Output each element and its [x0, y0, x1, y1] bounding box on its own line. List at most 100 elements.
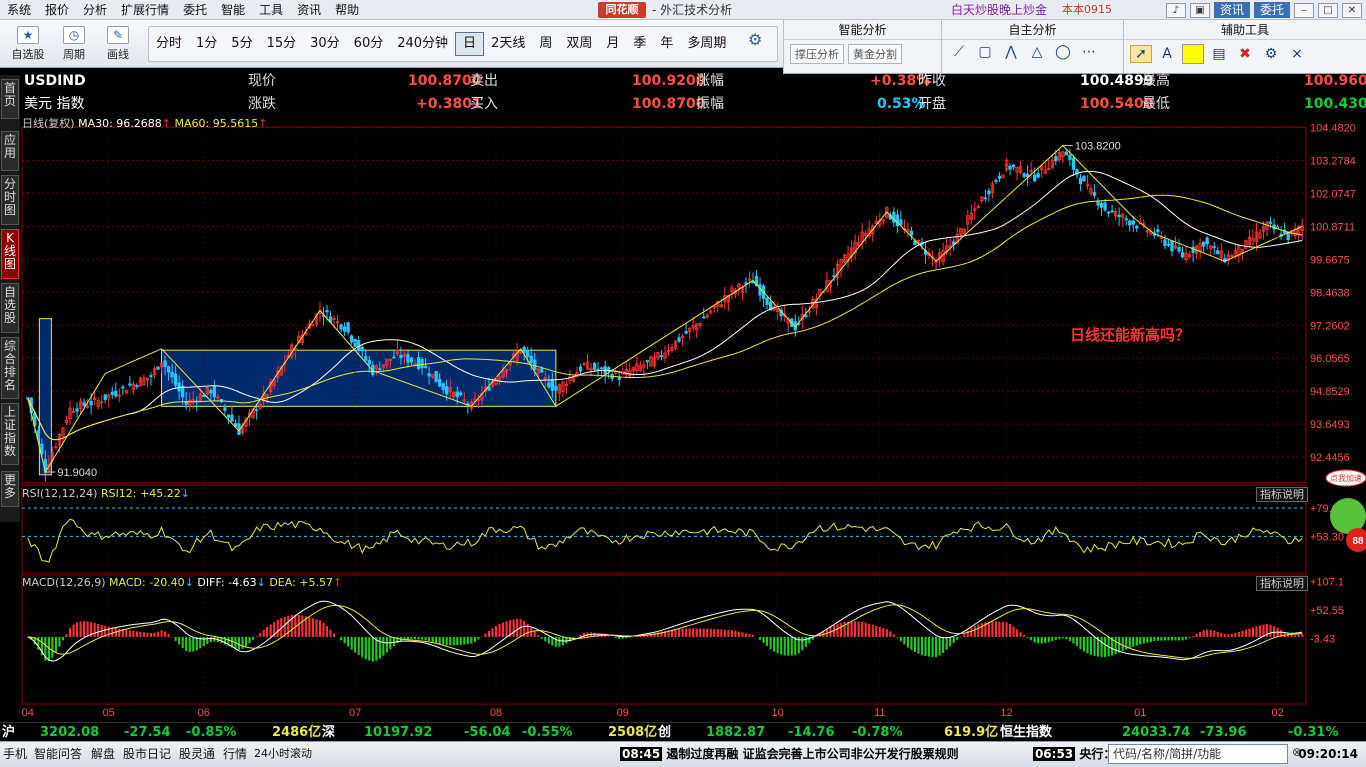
candle-body	[258, 403, 262, 409]
candle-body	[332, 318, 336, 321]
candle-body	[107, 394, 111, 399]
delete-icon[interactable]: ✖	[1234, 46, 1256, 62]
maximize-icon[interactable]: □	[1318, 2, 1338, 18]
candle-body	[860, 231, 864, 243]
menu-analysis[interactable]: 分析	[76, 0, 114, 20]
period-15m[interactable]: 15分	[260, 33, 304, 55]
self-select-button[interactable]: ★ 自选股	[8, 26, 48, 62]
golden-section-button[interactable]: 黄金分割	[848, 44, 902, 64]
info-button[interactable]: 资讯	[1213, 2, 1250, 18]
status-diary[interactable]: 股市日记	[123, 745, 171, 763]
price-label: 现价	[248, 73, 276, 89]
period-button[interactable]: ◷ 周期	[54, 26, 94, 62]
save-icon[interactable]: ▤	[1208, 46, 1230, 62]
tab-watchlist[interactable]: 自选股	[1, 283, 19, 333]
status-qa[interactable]: 智能问答	[34, 745, 82, 763]
code-search-input[interactable]: 代码/名称/简拼/功能	[1108, 744, 1288, 764]
promo-link[interactable]: 白天炒股晚上炒金	[951, 0, 1047, 20]
period-60m[interactable]: 60分	[347, 33, 391, 55]
cy-amount: 619.9亿	[944, 725, 999, 740]
ellipse-tool-icon[interactable]: ◯	[1052, 44, 1074, 60]
candle-body	[1124, 218, 1128, 221]
main-panel-frame	[21, 126, 1307, 484]
period-tick[interactable]: 分时	[149, 33, 189, 55]
draw-button[interactable]: ✎ 画线	[98, 26, 138, 62]
settings-icon[interactable]: ⚙	[1260, 46, 1282, 62]
status-rolling[interactable]: 24小时滚动	[254, 745, 312, 763]
speedup-ad-widget[interactable]: 点我加速 88	[1318, 468, 1366, 562]
bell-icon[interactable]: ♪	[1165, 2, 1186, 18]
macd-help-button[interactable]: 指标说明	[1256, 576, 1308, 591]
period-day[interactable]: 日	[455, 32, 485, 56]
shirt-icon[interactable]: ▣	[1189, 2, 1210, 18]
tab-home[interactable]: 首页	[1, 79, 19, 119]
period-2day[interactable]: 2天线	[484, 33, 532, 55]
menu-news[interactable]: 资讯	[290, 0, 328, 20]
tab-apps[interactable]: 应用	[1, 131, 19, 171]
candle-body	[1022, 173, 1026, 177]
prev-close-label: 昨收	[918, 73, 946, 89]
menu-quotes[interactable]: 报价	[38, 0, 76, 20]
candle-body	[420, 358, 424, 369]
price-tick-label: 102.0747	[1310, 188, 1356, 200]
candle-body	[818, 289, 822, 296]
candle-body	[536, 368, 540, 374]
sh-change: -27.54	[124, 725, 171, 740]
panel-close-icon[interactable]: ×	[1286, 46, 1308, 62]
candle-body	[61, 427, 65, 437]
price-tick-label: 103.2784	[1310, 155, 1356, 167]
status-gulingtong[interactable]: 股灵通	[179, 745, 215, 763]
menu-help[interactable]: 帮助	[328, 0, 366, 20]
gear-icon[interactable]: ⚙	[748, 30, 762, 49]
period-1m[interactable]: 1分	[189, 33, 224, 55]
period-multi[interactable]: 多周期	[680, 33, 733, 55]
candle-body	[846, 253, 850, 262]
status-analysis[interactable]: 解盘	[91, 745, 115, 763]
menu-extended[interactable]: 扩展行情	[114, 0, 176, 20]
candle-body	[1254, 231, 1259, 242]
period-year[interactable]: 年	[653, 33, 680, 55]
color-swatch[interactable]	[1182, 44, 1204, 64]
trade-button[interactable]: 委托	[1253, 2, 1290, 18]
more-tools-icon[interactable]: ⋯	[1078, 44, 1100, 60]
rsi-help-button[interactable]: 指标说明	[1256, 487, 1308, 502]
menu-system[interactable]: 系统	[0, 0, 38, 20]
period-30m[interactable]: 30分	[303, 33, 347, 55]
close-icon[interactable]: ✕	[1342, 2, 1362, 18]
period-5m[interactable]: 5分	[224, 33, 259, 55]
period-month[interactable]: 月	[599, 33, 626, 55]
period-240m[interactable]: 240分钟	[390, 33, 455, 55]
tab-ranking[interactable]: 综合排名	[1, 337, 19, 399]
cursor-icon[interactable]: ➚	[1130, 45, 1152, 63]
period-label: 周期	[63, 48, 85, 61]
minimize-icon[interactable]: –	[1294, 2, 1314, 18]
menu-tools[interactable]: 工具	[252, 0, 290, 20]
price-tick-label: 94.8529	[1310, 386, 1350, 398]
period-week[interactable]: 周	[532, 33, 559, 55]
candle-body	[976, 206, 980, 209]
candle-body	[406, 354, 410, 363]
tab-kline[interactable]: K线图	[1, 229, 19, 279]
candle-body	[1011, 164, 1016, 168]
candle-body	[114, 390, 118, 397]
candle-body	[1265, 221, 1269, 231]
line-tool-icon[interactable]: ⟋	[948, 44, 970, 60]
tab-more[interactable]: 更多	[1, 471, 19, 507]
support-resistance-button[interactable]: 撑压分析	[790, 44, 844, 64]
menu-trade[interactable]: 委托	[176, 0, 214, 20]
status-mobile[interactable]: 手机	[3, 745, 27, 763]
triangle-tool-icon[interactable]: △	[1026, 44, 1048, 60]
candle-body	[318, 310, 322, 315]
period-quarter[interactable]: 季	[626, 33, 653, 55]
rect-tool-icon[interactable]: ▢	[974, 44, 996, 60]
tab-sh-index[interactable]: 上证指数	[1, 403, 19, 465]
period-2week[interactable]: 双周	[559, 33, 599, 55]
news-scroller[interactable]: 08:45 遏制过度再融 证监会完善上市公司非公开发行股票规则 06:53 央行…	[620, 745, 1127, 763]
tab-timeshare[interactable]: 分时图	[1, 175, 19, 225]
sh-label: 沪	[2, 725, 16, 740]
text-tool-icon[interactable]: A	[1156, 46, 1178, 62]
candle-body	[962, 228, 966, 235]
status-market[interactable]: 行情	[223, 745, 247, 763]
menu-smart[interactable]: 智能	[214, 0, 252, 20]
wave-tool-icon[interactable]: ⋀	[1000, 44, 1022, 60]
